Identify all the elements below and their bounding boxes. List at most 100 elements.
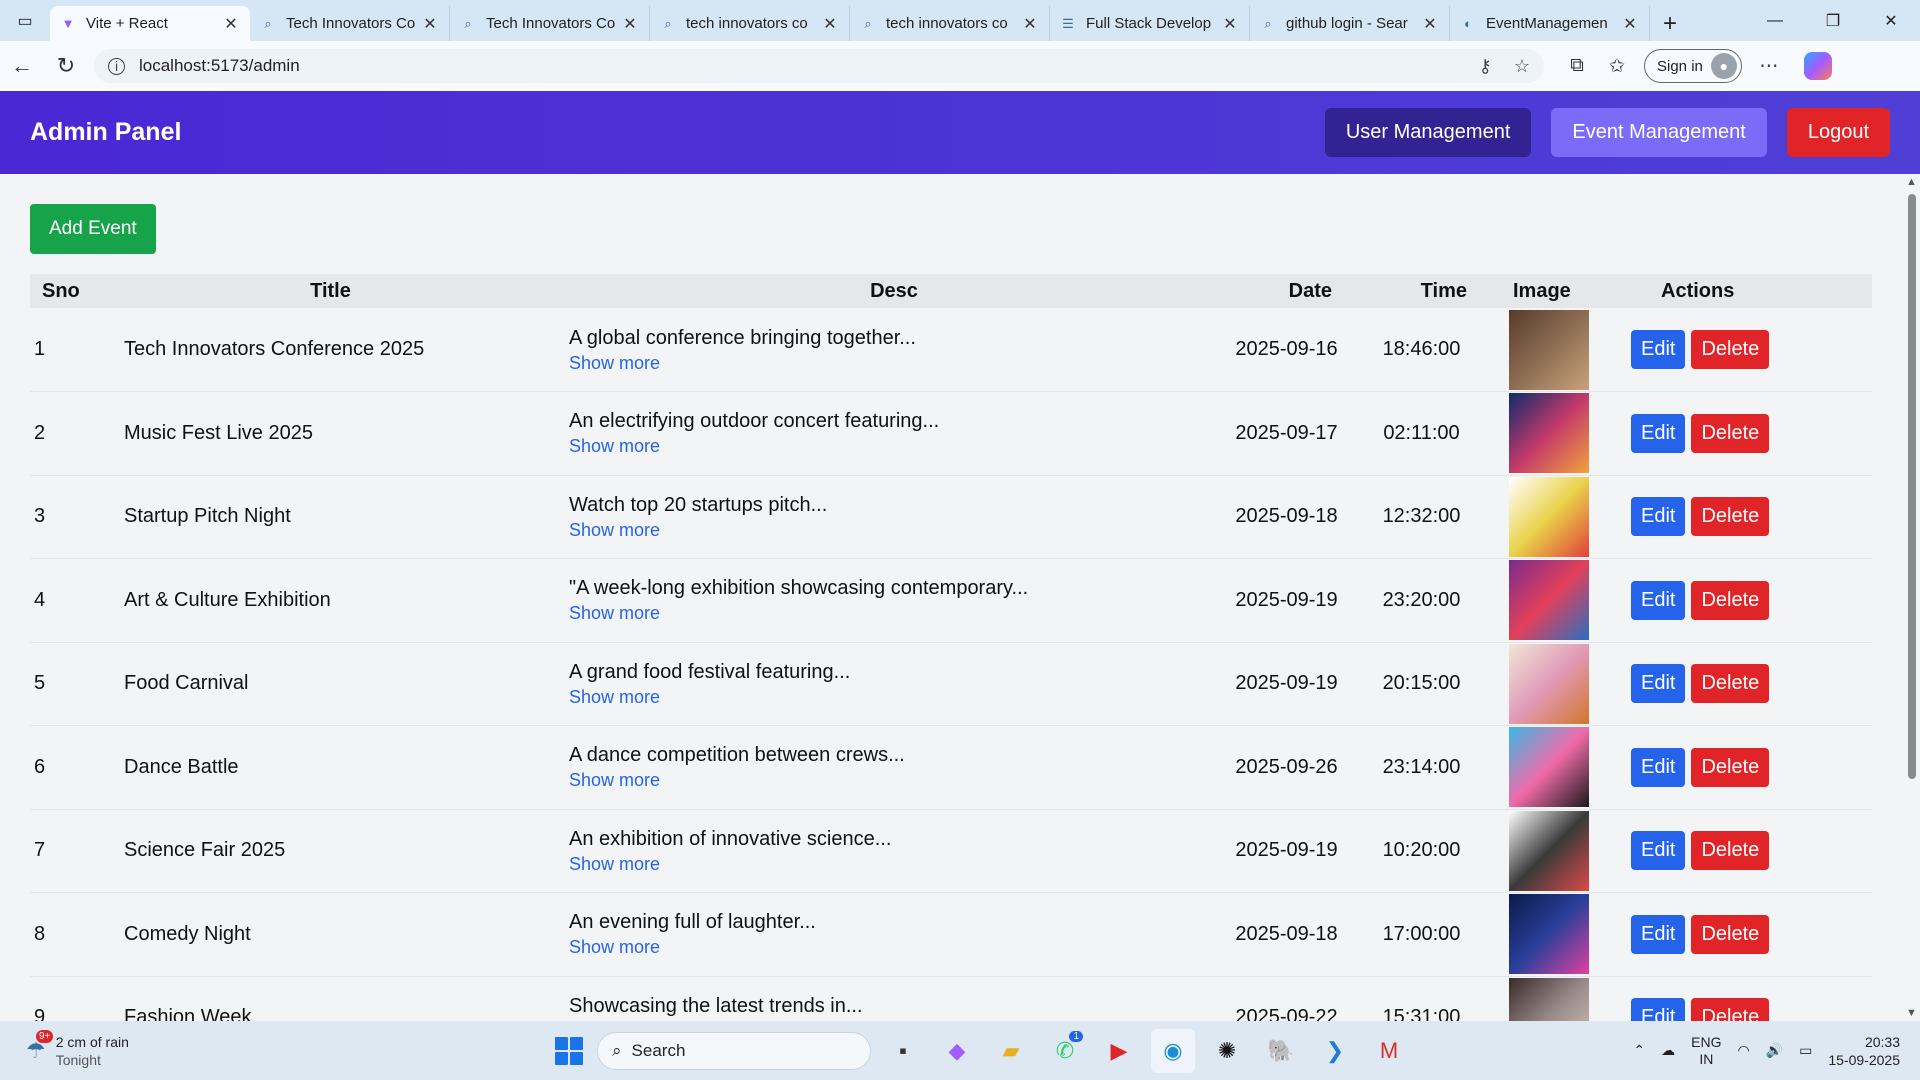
tab-title: Full Stack Develop	[1086, 15, 1212, 32]
user-management-button[interactable]: User Management	[1324, 108, 1532, 157]
browser-tab[interactable]: ◐ EventManagemen ✕	[1450, 6, 1650, 41]
site-info-icon[interactable]: i	[108, 57, 125, 75]
close-tab-icon[interactable]: ✕	[1621, 14, 1639, 34]
browser-tab[interactable]: ⌕ github login - Sear ✕	[1250, 6, 1450, 41]
show-more-link[interactable]: Show more	[569, 935, 1219, 959]
edit-button[interactable]: Edit	[1631, 580, 1686, 620]
volume-icon[interactable]: 🔊	[1766, 1042, 1783, 1059]
delete-button[interactable]: Delete	[1691, 747, 1770, 787]
show-more-link[interactable]: Show more	[569, 518, 1219, 542]
youtube-icon[interactable]: ▶	[1097, 1029, 1141, 1073]
close-tab-icon[interactable]: ✕	[222, 14, 240, 34]
browser-tab[interactable]: ▼ Vite + React ✕	[50, 6, 250, 41]
close-tab-icon[interactable]: ✕	[621, 14, 639, 34]
close-tab-icon[interactable]: ✕	[421, 14, 439, 34]
wifi-icon[interactable]: ◠	[1737, 1042, 1749, 1059]
show-more-link[interactable]: Show more	[569, 685, 1219, 709]
close-window-icon[interactable]: ✕	[1862, 0, 1920, 41]
postgresql-icon[interactable]: 🐘	[1259, 1029, 1303, 1073]
cell-time: 17:00:00	[1354, 892, 1489, 977]
delete-button[interactable]: Delete	[1691, 330, 1770, 369]
file-explorer-icon[interactable]: ▰	[989, 1029, 1033, 1073]
refresh-icon[interactable]: ↻	[44, 41, 88, 91]
show-more-link[interactable]: Show more	[569, 601, 1219, 625]
favorite-star-icon[interactable]: ☆	[1514, 56, 1530, 77]
favorites-icon[interactable]: ✩	[1604, 55, 1630, 78]
scroll-up-icon[interactable]: ▲	[1906, 176, 1917, 188]
chevron-up-icon[interactable]: ⌃	[1633, 1042, 1645, 1059]
browser-tab[interactable]: ⌕ Tech Innovators Co ✕	[450, 6, 650, 41]
add-event-button[interactable]: Add Event	[30, 204, 156, 254]
minimize-icon[interactable]: —	[1746, 0, 1804, 41]
page-scrollbar[interactable]: ▲ ▼	[1902, 174, 1920, 1021]
url-field[interactable]: i localhost:5173/admin ⚷ ☆	[94, 49, 1544, 83]
task-view-icon[interactable]: ▪	[881, 1029, 925, 1073]
show-more-link[interactable]: Show more	[569, 852, 1219, 876]
edit-button[interactable]: Edit	[1631, 998, 1686, 1021]
show-more-link[interactable]: Show more	[569, 434, 1219, 458]
back-icon[interactable]: ←	[0, 41, 44, 91]
clock[interactable]: 20:33 15-09-2025	[1828, 1033, 1900, 1069]
windows-start-icon[interactable]	[551, 1033, 587, 1069]
col-time: Time	[1420, 279, 1467, 302]
close-tab-icon[interactable]: ✕	[1021, 14, 1039, 34]
chatgpt-icon[interactable]: ✺	[1205, 1029, 1249, 1073]
password-key-icon[interactable]: ⚷	[1479, 56, 1492, 77]
document-icon: ☰	[1062, 15, 1074, 31]
delete-button[interactable]: Delete	[1691, 580, 1770, 620]
browser-tab[interactable]: ☰ Full Stack Develop ✕	[1050, 6, 1250, 41]
edit-button[interactable]: Edit	[1631, 914, 1686, 954]
edge-browser-icon[interactable]: ◉	[1151, 1028, 1195, 1073]
cell-sno: 9	[30, 976, 92, 1021]
taskbar-search[interactable]: ⌕ Search	[597, 1031, 871, 1070]
delete-button[interactable]: Delete	[1691, 664, 1770, 704]
edit-button[interactable]: Edit	[1631, 831, 1686, 871]
delete-button[interactable]: Delete	[1691, 413, 1770, 453]
edit-button[interactable]: Edit	[1631, 330, 1686, 369]
language-indicator[interactable]: ENG IN	[1691, 1034, 1721, 1068]
close-tab-icon[interactable]: ✕	[1421, 14, 1439, 34]
table-row: 9 Fashion Week Showcasing the latest trend…	[30, 976, 1872, 1021]
close-tab-icon[interactable]: ✕	[821, 14, 839, 34]
whatsapp-icon[interactable]: ✆ 1	[1043, 1029, 1087, 1073]
delete-button[interactable]: Delete	[1691, 914, 1770, 954]
avatar-icon: ●	[1710, 53, 1737, 79]
extensions-icon[interactable]: ⧉	[1564, 55, 1590, 77]
scroll-thumb[interactable]	[1908, 194, 1916, 779]
edit-button[interactable]: Edit	[1631, 747, 1686, 787]
delete-button[interactable]: Delete	[1691, 831, 1770, 871]
weather-widget[interactable]: ☂ 9+ 2 cm of rain Tonight	[26, 1029, 326, 1069]
close-tab-icon[interactable]: ✕	[1221, 14, 1239, 34]
cloud-sync-icon[interactable]: ☁	[1661, 1042, 1675, 1059]
tab-actions-icon[interactable]: ▭	[0, 0, 50, 41]
copilot-icon[interactable]	[1803, 52, 1832, 80]
logout-button[interactable]: Logout	[1786, 108, 1890, 157]
sign-in-button[interactable]: Sign in ●	[1644, 49, 1742, 83]
more-options-icon[interactable]: ⋯	[1756, 55, 1782, 78]
browser-tab[interactable]: ⌕ tech innovators co ✕	[650, 6, 850, 41]
event-thumbnail	[1509, 727, 1589, 808]
browser-tab[interactable]: ⌕ tech innovators co ✕	[850, 6, 1050, 41]
edit-button[interactable]: Edit	[1631, 497, 1686, 537]
show-more-link[interactable]: Show more	[569, 351, 1219, 375]
edit-button[interactable]: Edit	[1631, 413, 1686, 453]
browser-tab[interactable]: ⌕ Tech Innovators Co ✕	[250, 6, 450, 41]
restore-icon[interactable]: ❐	[1804, 0, 1862, 41]
battery-icon[interactable]: ▭	[1799, 1042, 1812, 1059]
event-management-button[interactable]: Event Management	[1551, 108, 1767, 157]
scroll-down-icon[interactable]: ▼	[1906, 1007, 1917, 1019]
edit-button[interactable]: Edit	[1631, 664, 1686, 704]
event-date: 2025-09-22	[1235, 1006, 1338, 1021]
cell-desc: Showcasing the latest trends in...Show m…	[569, 976, 1219, 1021]
cell-time: 10:20:00	[1354, 809, 1489, 893]
address-toolbar: ← ↻ i localhost:5173/admin ⚷ ☆ ⧉ ✩ Sign …	[0, 41, 1920, 91]
event-time: 10:20:00	[1382, 839, 1461, 862]
show-more-link[interactable]: Show more	[569, 768, 1219, 792]
copilot-app-icon[interactable]: ◆	[935, 1029, 979, 1073]
gmail-icon[interactable]: M	[1367, 1029, 1411, 1073]
new-tab-button[interactable]: +	[1650, 6, 1690, 41]
delete-button[interactable]: Delete	[1691, 497, 1770, 537]
tab-title: Tech Innovators Co	[486, 15, 616, 32]
delete-button[interactable]: Delete	[1691, 998, 1770, 1021]
vscode-icon[interactable]: ❯	[1313, 1029, 1357, 1073]
